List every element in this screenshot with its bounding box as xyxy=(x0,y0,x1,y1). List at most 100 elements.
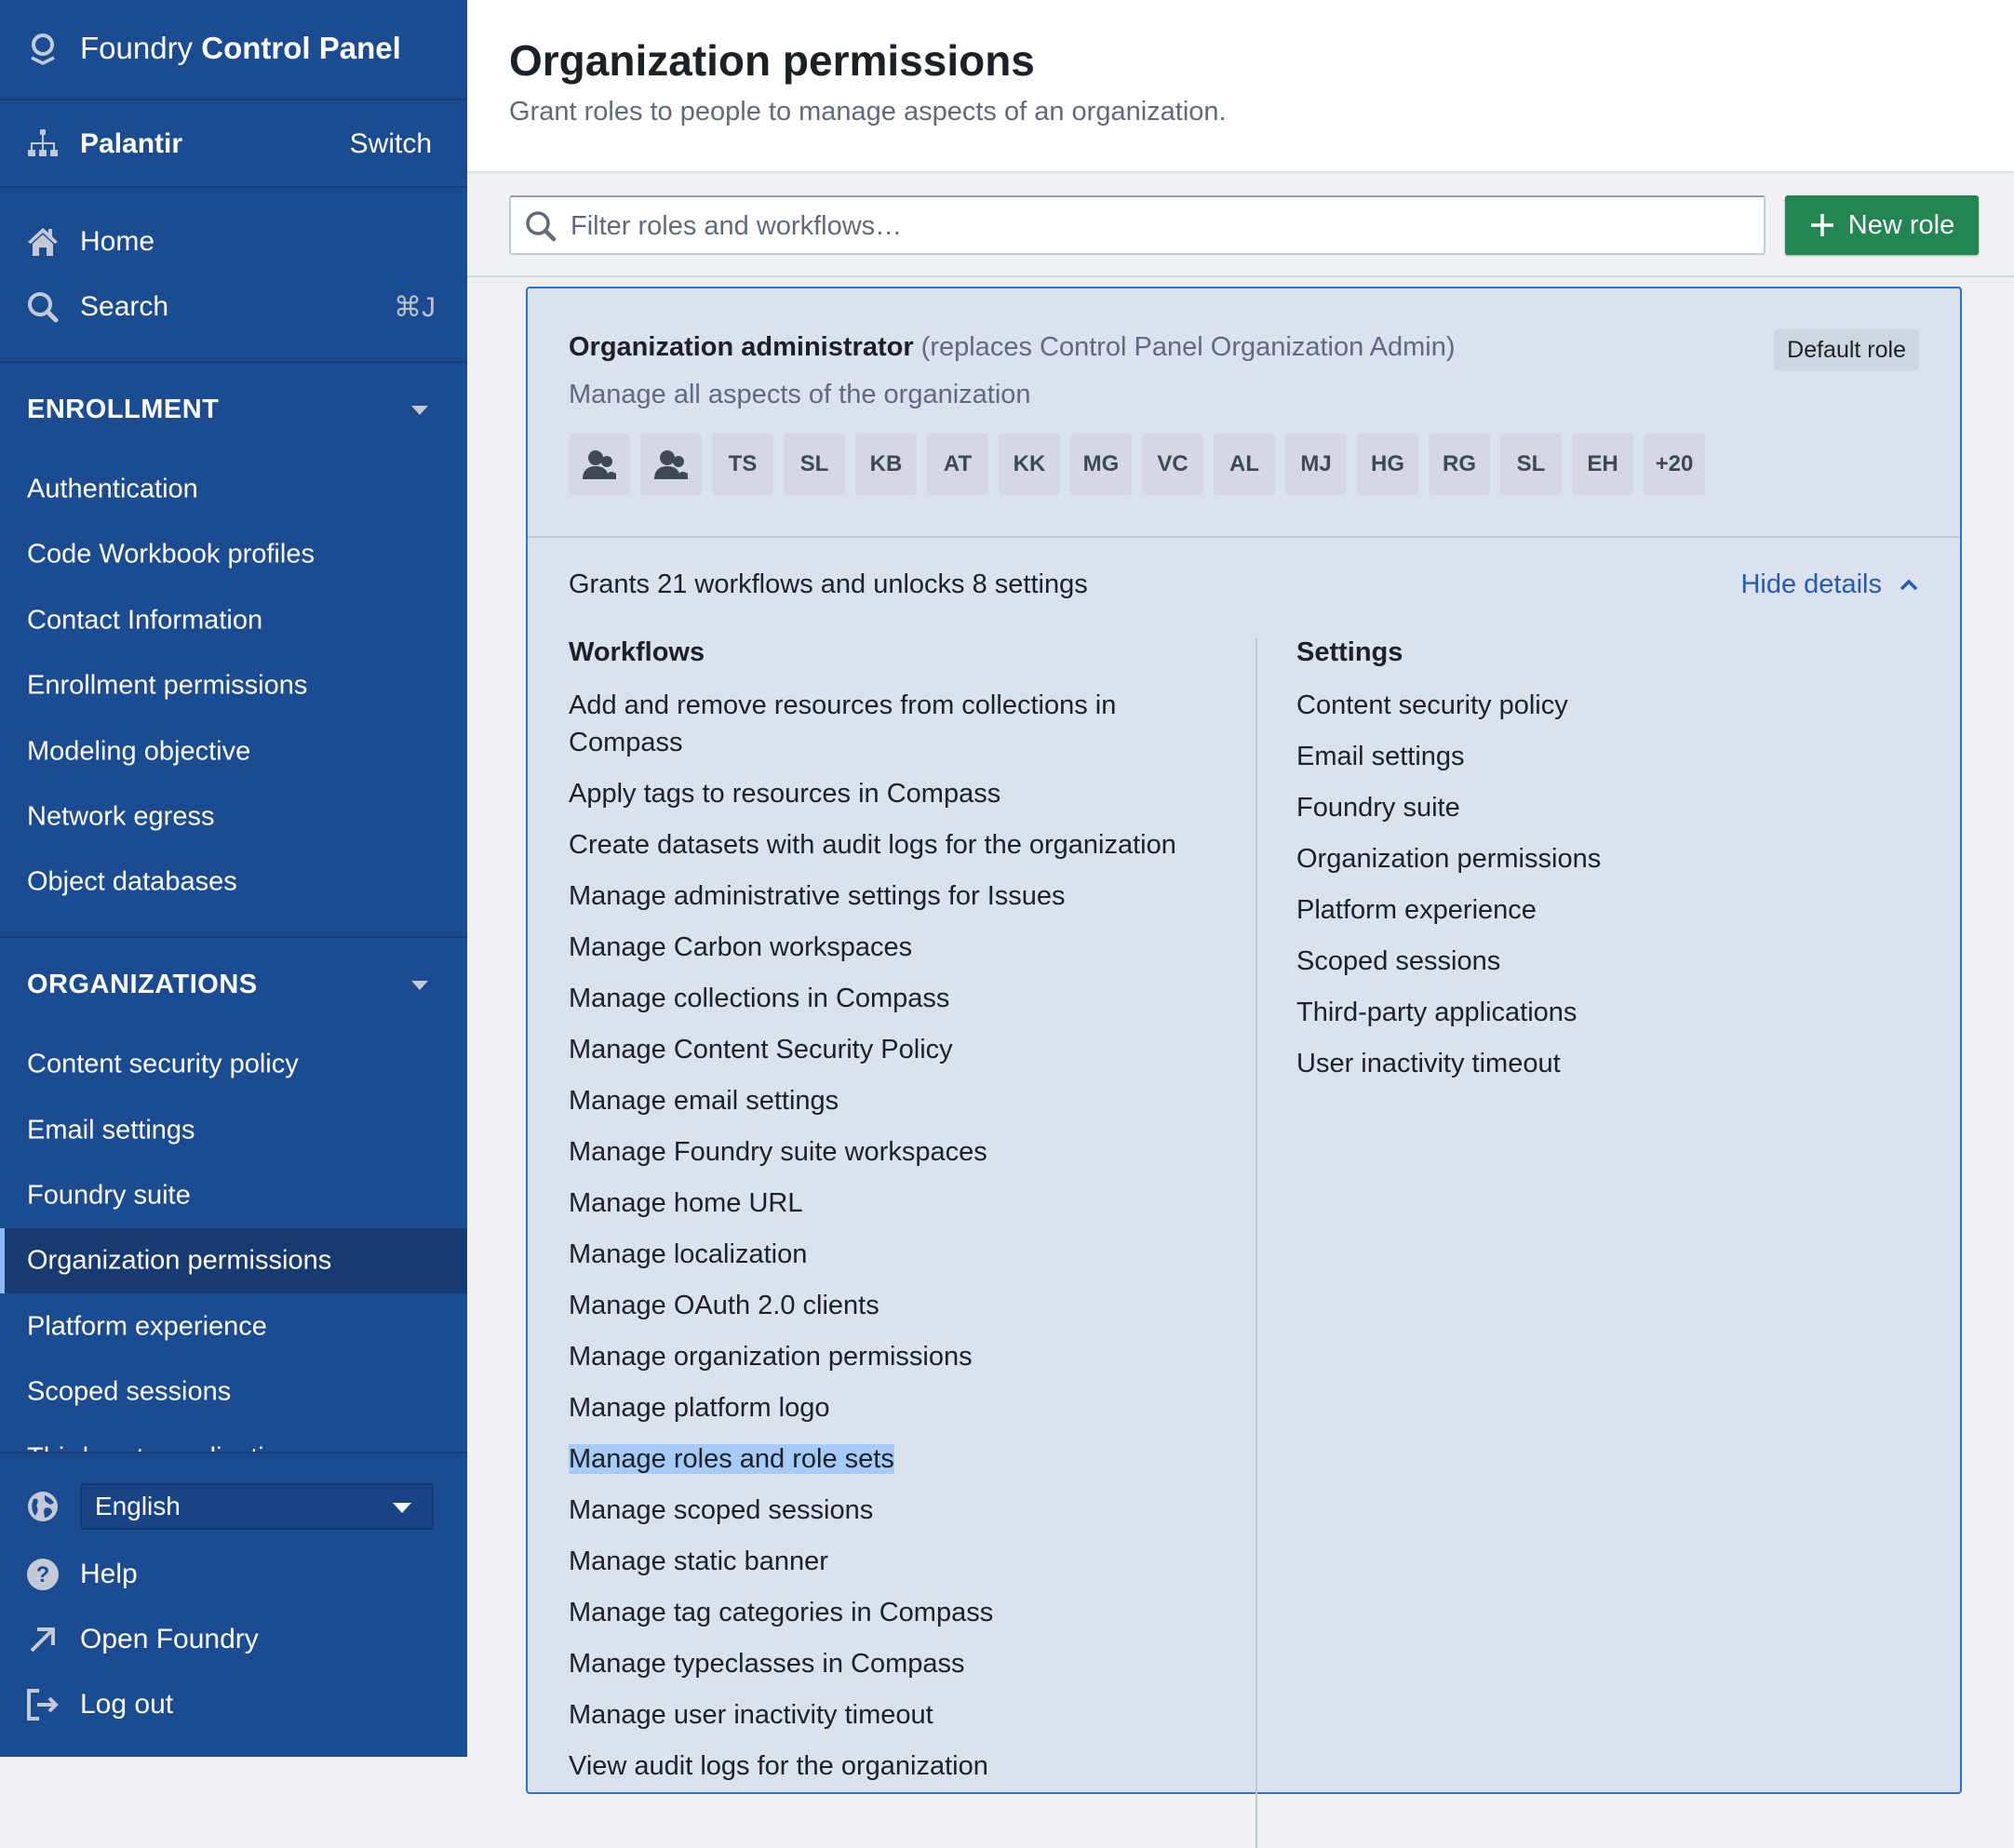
workflow-item: Add and remove resources from collection… xyxy=(569,687,1220,761)
workflow-label: Manage roles and role sets xyxy=(569,1444,894,1474)
workflow-label: Add and remove resources from collection… xyxy=(569,690,1117,757)
workflow-item: Manage administrative settings for Issue… xyxy=(569,877,1220,915)
member-avatar[interactable]: RG xyxy=(1429,434,1490,495)
page-header: Organization permissions Grant roles to … xyxy=(467,0,2014,173)
org-row: Palantir Switch xyxy=(0,116,467,172)
member-avatar[interactable]: MG xyxy=(1070,434,1132,495)
log-out-link[interactable]: Log out xyxy=(0,1677,467,1733)
org-name: Palantir xyxy=(80,128,183,159)
workflow-item: Manage email settings xyxy=(569,1082,1220,1119)
main-content: Organization permissions Grant roles to … xyxy=(467,0,2014,1848)
sidebar-item-enrollment-permissions[interactable]: Enrollment permissions xyxy=(0,653,467,718)
hide-details-label: Hide details xyxy=(1740,569,1882,599)
sidebar-item-network-egress[interactable]: Network egress xyxy=(0,784,467,850)
divider xyxy=(0,936,467,938)
divider xyxy=(0,361,467,363)
sidebar-item-content-security-policy[interactable]: Content security policy xyxy=(0,1032,467,1097)
member-avatar[interactable]: KK xyxy=(999,434,1060,495)
sidebar-item-contact-information[interactable]: Contact Information xyxy=(0,588,467,653)
workflow-item: View audit logs for the organization xyxy=(569,1748,1220,1785)
member-avatar[interactable]: HG xyxy=(1357,434,1418,495)
workflow-label: Manage tag categories in Compass xyxy=(569,1598,994,1627)
sidebar-item-label: Contact Information xyxy=(27,605,263,636)
role-name: Organization administrator (replaces Con… xyxy=(569,332,1456,363)
role-title: Organization administrator xyxy=(569,332,914,362)
open-foundry-label: Open Foundry xyxy=(80,1624,259,1654)
plus-icon xyxy=(1810,214,1833,236)
caret-down-icon[interactable] xyxy=(411,981,428,990)
workflow-item: Manage user inactivity timeout xyxy=(569,1696,1220,1734)
caret-down-icon[interactable] xyxy=(411,406,428,415)
sidebar-item-object-databases[interactable]: Object databases xyxy=(0,850,467,915)
sidebar-item-scoped-sessions[interactable]: Scoped sessions xyxy=(0,1359,467,1425)
workflow-item: Manage localization xyxy=(569,1236,1220,1273)
sidebar-item-foundry-suite[interactable]: Foundry suite xyxy=(0,1163,467,1228)
member-avatar[interactable]: EH xyxy=(1572,434,1633,495)
workflow-label: Create datasets with audit logs for the … xyxy=(569,830,1176,860)
workflow-item: Manage home URL xyxy=(569,1185,1220,1222)
sidebar-item-label: Modeling objective xyxy=(27,736,251,767)
workflow-label: Apply tags to resources in Compass xyxy=(569,779,1001,809)
help-link[interactable]: ? Help xyxy=(0,1547,467,1602)
setting-item: Organization permissions xyxy=(1296,844,1602,874)
sidebar-item-label: Platform experience xyxy=(27,1311,267,1342)
workflow-label: Manage typeclasses in Compass xyxy=(569,1649,965,1679)
member-avatar[interactable]: MJ xyxy=(1285,434,1347,495)
group-avatar[interactable] xyxy=(569,434,630,495)
member-avatar[interactable]: SL xyxy=(784,434,845,495)
palantir-logo-icon xyxy=(26,32,60,65)
nav-home-label: Home xyxy=(80,226,155,257)
role-card[interactable]: Organization administrator (replaces Con… xyxy=(526,287,1962,1848)
filter-search-box[interactable] xyxy=(509,195,1766,255)
more-members-button[interactable]: +20 xyxy=(1644,434,1705,495)
app-title-regular: Foundry xyxy=(80,31,194,65)
sidebar-item-modeling-objective[interactable]: Modeling objective xyxy=(0,719,467,784)
workflow-label: Manage administrative settings for Issue… xyxy=(569,881,1066,911)
new-role-button[interactable]: New role xyxy=(1785,195,1979,255)
sidebar-item-label: Content security policy xyxy=(27,1049,299,1079)
sidebar-item-label: Foundry suite xyxy=(27,1180,191,1211)
log-out-label: Log out xyxy=(80,1689,174,1720)
member-avatar[interactable]: SL xyxy=(1500,434,1562,495)
nav-home[interactable]: Home xyxy=(0,214,467,270)
open-foundry-link[interactable]: Open Foundry xyxy=(0,1612,467,1667)
sidebar-item-code-workbook-profiles[interactable]: Code Workbook profiles xyxy=(0,522,467,587)
group-icon xyxy=(583,450,616,479)
switch-org-button[interactable]: Switch xyxy=(350,128,432,160)
role-replaces-note: (replaces Control Panel Organization Adm… xyxy=(920,332,1456,362)
section-enrollment-title[interactable]: ENROLLMENT xyxy=(27,395,219,425)
nav-search[interactable]: Search ⌘J xyxy=(0,279,467,335)
group-icon xyxy=(654,450,688,479)
sidebar-item-organization-permissions[interactable]: Organization permissions xyxy=(0,1228,467,1293)
member-avatar[interactable]: AT xyxy=(927,434,988,495)
column-divider xyxy=(1255,638,1257,1848)
workflow-label: View audit logs for the organization xyxy=(569,1751,988,1781)
new-role-label: New role xyxy=(1847,209,1955,240)
section-organizations-title[interactable]: ORGANIZATIONS xyxy=(27,970,258,1000)
group-avatar[interactable] xyxy=(640,434,702,495)
sidebar-item-label: Organization permissions xyxy=(27,1245,332,1276)
language-row: English xyxy=(0,1483,467,1530)
member-avatar[interactable]: VC xyxy=(1142,434,1203,495)
hide-details-button[interactable]: Hide details xyxy=(1740,569,1919,600)
workflow-item: Manage organization permissions xyxy=(569,1338,1220,1375)
workflow-label: Manage static banner xyxy=(569,1547,828,1576)
app-title-bold: Control Panel xyxy=(201,31,401,65)
svg-text:?: ? xyxy=(36,1562,50,1587)
sidebar-item-label: Scoped sessions xyxy=(27,1376,232,1407)
member-avatar[interactable]: AL xyxy=(1214,434,1275,495)
app-header[interactable]: Foundry Control Panel xyxy=(0,20,467,76)
language-value: English xyxy=(95,1492,181,1520)
role-card-header: Organization administrator (replaces Con… xyxy=(528,288,1960,538)
workflow-label: Manage user inactivity timeout xyxy=(569,1700,933,1730)
sidebar-item-platform-experience[interactable]: Platform experience xyxy=(0,1294,467,1359)
org-hierarchy-icon xyxy=(26,127,60,161)
member-avatar[interactable]: KB xyxy=(855,434,917,495)
sidebar-item-email-settings[interactable]: Email settings xyxy=(0,1098,467,1163)
sidebar-footer: English ? Help Open Foundry Log out xyxy=(0,1452,467,1757)
sidebar-item-authentication[interactable]: Authentication xyxy=(0,457,467,522)
divider xyxy=(0,186,467,188)
filter-roles-input[interactable] xyxy=(569,197,1754,255)
member-avatar[interactable]: TS xyxy=(712,434,773,495)
language-select[interactable]: English xyxy=(80,1483,434,1530)
